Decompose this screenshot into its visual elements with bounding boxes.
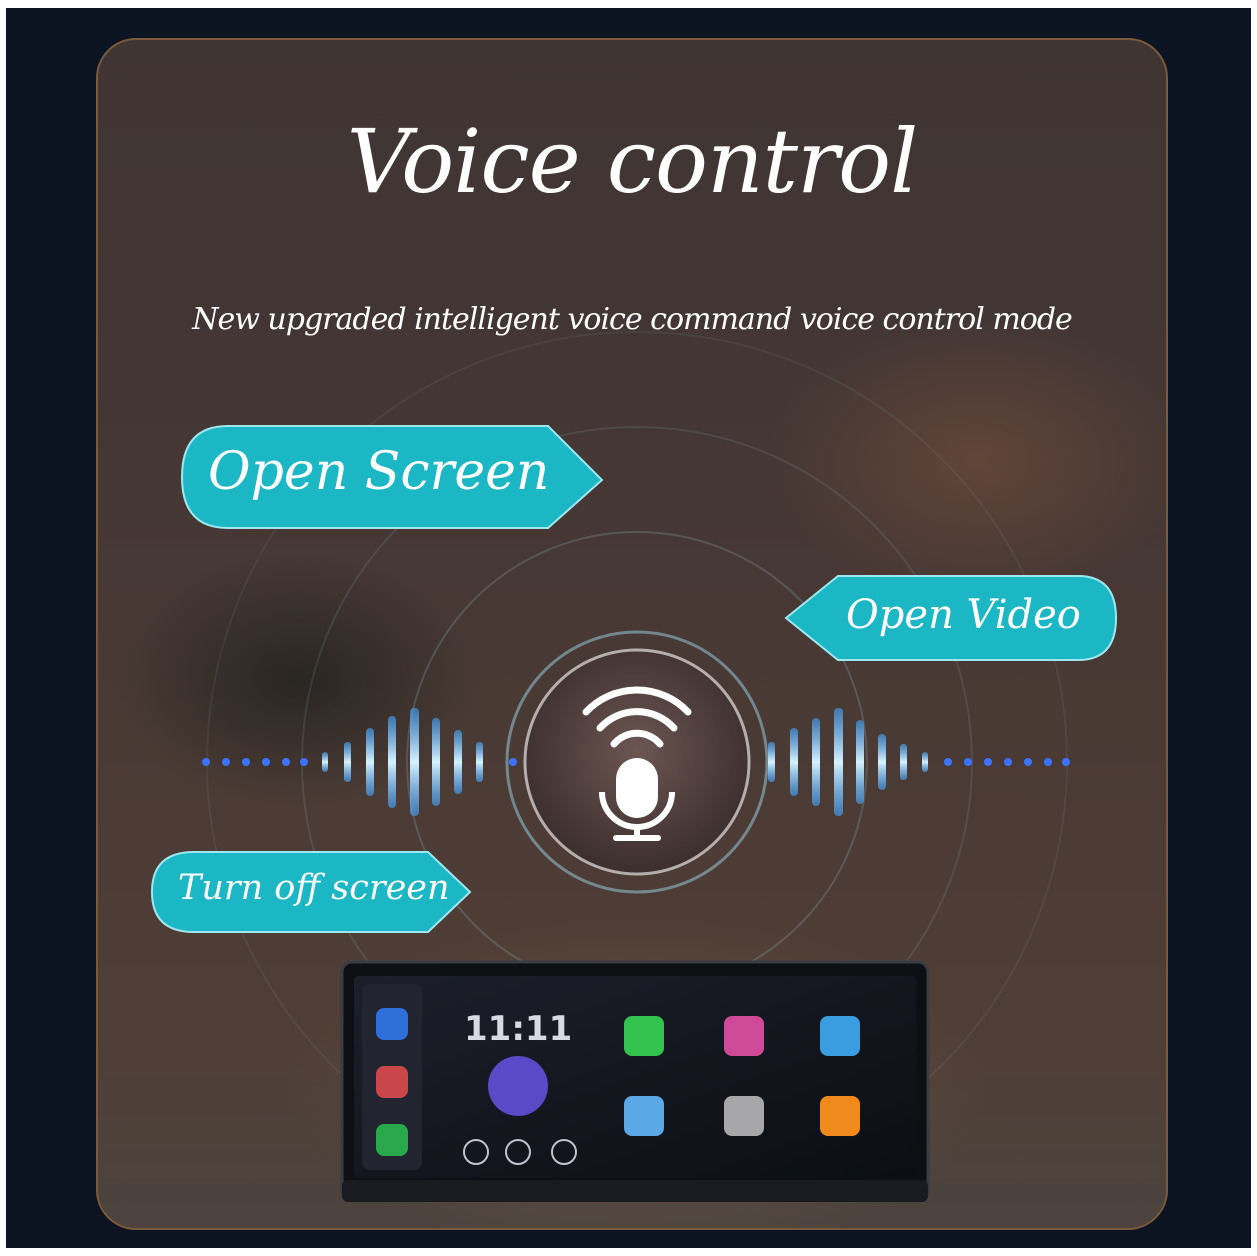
command-open-screen: Open Screen [208,442,550,502]
car-display-device [340,960,930,1202]
command-turn-off-screen: Turn off screen [178,868,450,908]
device-time: 11:11 [464,1009,572,1049]
waveform-right [768,708,928,816]
promo-card: Voice control New upgraded intelligent v… [96,38,1168,1230]
waveform-left [322,708,483,816]
microphone-voice-icon [523,648,751,876]
command-open-video: Open Video [846,592,1081,638]
